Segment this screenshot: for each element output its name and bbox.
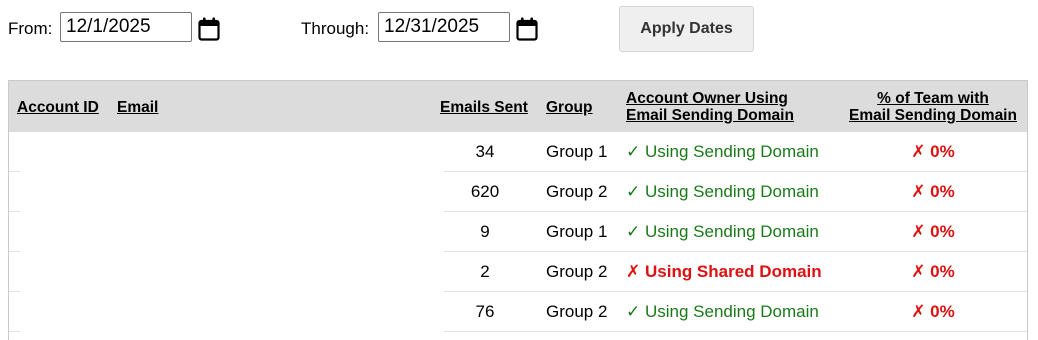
domain-status-text: Using Sending Domain	[644, 182, 819, 201]
emails-sent-cell: 620	[470, 182, 500, 201]
column-header-line: Email Sending Domain	[626, 107, 794, 124]
domain-status-text: Using Shared Domain	[644, 262, 822, 281]
emails-sent-cell: 76	[475, 302, 495, 321]
emails-sent-cell: 9	[480, 222, 490, 241]
table-header: Account ID Email Emails Sent Group Accou…	[9, 81, 1027, 132]
emails-sent-cell: 34	[475, 142, 495, 161]
through-date-input[interactable]	[378, 12, 510, 42]
date-filter-bar: From: Through: Apply Dates	[0, 0, 1038, 70]
calendar-icon[interactable]	[516, 17, 538, 41]
group-cell: Group 2	[546, 182, 608, 201]
calendar-icon[interactable]	[198, 17, 220, 41]
domain-status-text: Using Sending Domain	[644, 302, 819, 321]
domain-status-cell: ✓ Using Sending Domain	[626, 142, 819, 162]
team-percent-cell: ✗ 0%	[911, 262, 955, 281]
from-date-input[interactable]	[60, 12, 192, 42]
check-icon: ✓	[626, 222, 641, 241]
column-header-line: % of Team with	[877, 90, 989, 107]
column-header-group[interactable]: Group	[546, 99, 593, 116]
team-percent-cell: ✗ 0%	[911, 182, 955, 201]
check-icon: ✓	[626, 142, 641, 161]
domain-status-text: Using Sending Domain	[644, 222, 819, 241]
column-header-account-owner-domain[interactable]: Account Owner Using Email Sending Domain	[626, 90, 794, 124]
column-header-team-percent[interactable]: % of Team with Email Sending Domain	[843, 90, 1023, 124]
group-cell: Group 2	[546, 302, 608, 321]
team-percent-cell: ✗ 0%	[911, 142, 955, 161]
domain-status-cell: ✓ Using Sending Domain	[626, 182, 819, 202]
team-percent-cell: ✗ 0%	[911, 222, 955, 241]
domain-status-cell: ✓ Using Sending Domain	[626, 302, 819, 322]
domain-status-cell: ✓ Using Sending Domain	[626, 222, 819, 242]
from-label: From:	[8, 19, 53, 38]
emails-sent-cell: 2	[480, 262, 490, 281]
cross-icon: ✗	[626, 262, 641, 281]
team-percent-cell: ✗ 0%	[911, 302, 955, 321]
column-header-line: Email Sending Domain	[849, 107, 1017, 124]
group-cell: Group 2	[546, 262, 608, 281]
group-cell: Group 1	[546, 142, 608, 161]
column-header-line: Account Owner Using	[626, 90, 788, 107]
check-icon: ✓	[626, 182, 641, 201]
domain-status-text: Using Sending Domain	[644, 142, 819, 161]
apply-dates-button[interactable]: Apply Dates	[619, 6, 754, 52]
column-header-emails-sent[interactable]: Emails Sent	[440, 99, 528, 116]
column-header-email[interactable]: Email	[117, 99, 158, 116]
redacted-region	[20, 132, 444, 338]
domain-status-cell: ✗ Using Shared Domain	[626, 262, 822, 282]
column-header-account-id[interactable]: Account ID	[17, 99, 99, 116]
through-label: Through:	[301, 19, 370, 38]
check-icon: ✓	[626, 302, 641, 321]
group-cell: Group 1	[546, 222, 608, 241]
